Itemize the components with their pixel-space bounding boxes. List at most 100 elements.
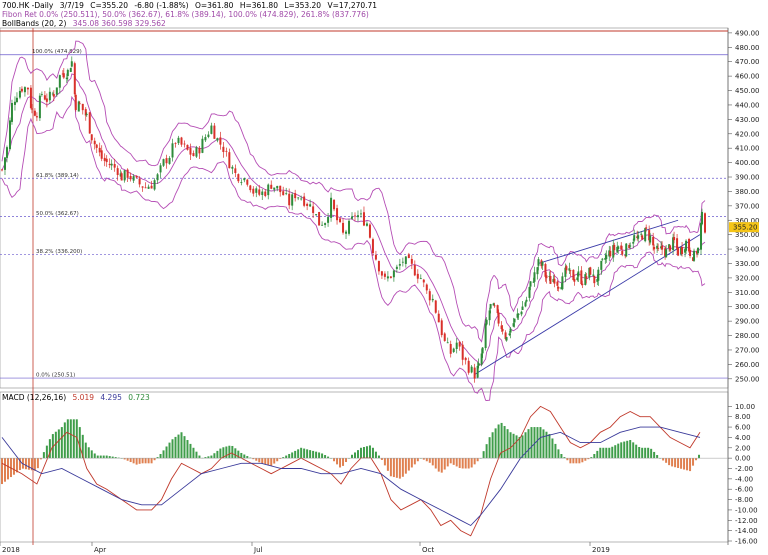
- macd-histogram: [1, 419, 701, 485]
- candle-body: [440, 320, 443, 336]
- date-label: 3/7/19: [59, 1, 84, 10]
- candle-body: [210, 125, 213, 134]
- candle-body: [593, 275, 596, 284]
- macd-histogram-bar: [602, 447, 605, 459]
- macd-histogram-bar: [273, 458, 276, 464]
- candle-body: [93, 140, 96, 145]
- macd-histogram-bar: [276, 458, 279, 462]
- macd-histogram-bar: [102, 455, 105, 459]
- macd-histogram-bar: [626, 440, 629, 459]
- price-tick-label: 480.00: [735, 44, 760, 52]
- candle-body: [700, 222, 703, 250]
- candle-body: [452, 348, 455, 352]
- macd-tick-label: -16.00: [735, 538, 758, 546]
- candle-body: [685, 240, 688, 251]
- price-tick-label: 420.00: [735, 130, 760, 138]
- candle-body: [183, 143, 186, 145]
- time-tick-label: Jul: [253, 546, 263, 554]
- symbol-label: 700.HK -Daily: [2, 1, 54, 10]
- candle-body: [252, 188, 255, 194]
- candle-body: [392, 270, 395, 278]
- candle-body: [78, 103, 81, 105]
- signal-line: [1, 426, 701, 527]
- candle-body: [653, 247, 656, 250]
- macd-histogram-bar: [57, 429, 60, 459]
- macd-histogram-bar: [647, 447, 650, 459]
- candle-body: [35, 116, 38, 118]
- macd-histogram-bar: [569, 458, 572, 464]
- fib-level-label: 0.0% (250.51): [36, 373, 75, 379]
- macd-histogram-bar: [36, 458, 39, 469]
- trend-line-upper: [538, 219, 679, 264]
- price-tick-label: 280.00: [735, 332, 760, 340]
- candle-body: [228, 152, 231, 169]
- candle-body: [336, 208, 339, 221]
- bollinger-bands: [1, 40, 706, 401]
- candle-body: [45, 98, 48, 102]
- macd-histogram-bar: [138, 458, 141, 464]
- candle-body: [633, 235, 636, 241]
- candle-body: [431, 298, 434, 301]
- macd-histogram-bar: [153, 458, 156, 461]
- price-tick-label: 300.00: [735, 303, 760, 311]
- candle-body: [85, 113, 88, 115]
- macd-histogram-bar: [380, 458, 383, 460]
- macd-histogram-bar: [210, 455, 213, 459]
- candle-body: [477, 363, 480, 366]
- candle-body: [419, 278, 422, 280]
- candle-body: [353, 215, 356, 217]
- candle-body: [113, 163, 116, 168]
- candle-body: [8, 120, 11, 149]
- macd-histogram-bar: [69, 419, 72, 459]
- candle-body: [132, 176, 135, 181]
- fib-level-label: 38.2% (336.200): [36, 249, 82, 255]
- macd-histogram-bar: [431, 458, 434, 466]
- macd-histogram-bar: [506, 429, 509, 459]
- macd-histogram-bar: [303, 448, 306, 459]
- macd-histogram-bar: [183, 436, 186, 459]
- price-tick-label: 450.00: [735, 87, 760, 95]
- macd-tick-label: -14.00: [735, 527, 758, 535]
- candle-body: [377, 261, 380, 272]
- macd-histogram-bar: [617, 443, 620, 459]
- candle-body: [481, 347, 484, 354]
- macd-histogram-bar: [605, 447, 608, 459]
- candle-body: [207, 134, 210, 137]
- macd-histogram-bar: [96, 455, 99, 459]
- candle-body: [192, 153, 195, 156]
- candle-body: [404, 256, 407, 264]
- macd-histogram-bar: [24, 458, 27, 470]
- candle-body: [120, 173, 123, 181]
- candle-body: [561, 276, 564, 290]
- macd-tick-label: -8.00: [735, 496, 753, 504]
- candle-body: [255, 188, 258, 193]
- price-tick-label: 430.00: [735, 116, 760, 124]
- macd-histogram-bar: [291, 452, 294, 459]
- candle-body: [216, 138, 219, 141]
- macd-histogram-bar: [671, 458, 674, 467]
- macd-histogram-bar: [108, 456, 111, 459]
- macd-histogram-bar: [392, 458, 395, 478]
- candle-body: [455, 342, 458, 349]
- macd-histogram-bar: [542, 429, 545, 459]
- price-tick-label: 270.00: [735, 346, 760, 354]
- candle-body: [294, 193, 297, 199]
- candle-body: [632, 242, 635, 244]
- macd-histogram-bar: [135, 458, 138, 465]
- candle-body: [416, 273, 419, 279]
- macd-histogram-bar: [395, 458, 398, 478]
- trend-channel: [474, 219, 701, 375]
- candle-body: [383, 273, 386, 277]
- macd-histogram-bar: [473, 458, 476, 465]
- candle-body: [174, 142, 177, 144]
- macd-histogram-bar: [491, 432, 494, 459]
- macd-histogram-bar: [333, 458, 336, 462]
- candle-body: [657, 247, 660, 249]
- macd-histogram-bar: [261, 458, 264, 464]
- candle-body: [359, 213, 362, 215]
- candle-body: [303, 196, 306, 206]
- macd-histogram-bar: [458, 458, 461, 468]
- macd-histogram-bar: [174, 436, 177, 459]
- candle-body: [697, 247, 700, 254]
- price-tick-label: 310.00: [735, 289, 760, 297]
